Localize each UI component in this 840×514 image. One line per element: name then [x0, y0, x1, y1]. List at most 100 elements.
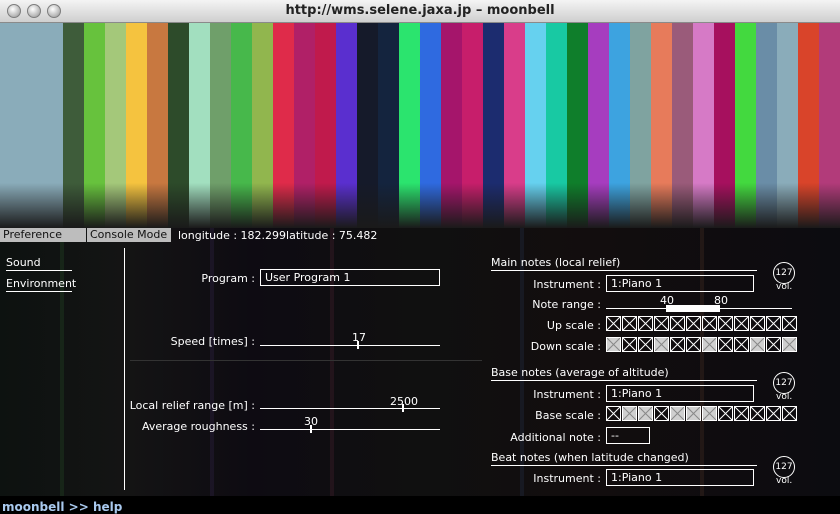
speed-slider[interactable] — [260, 345, 440, 346]
app-window: http://wms.selene.jaxa.jp – moonbell Pre… — [0, 0, 840, 514]
console-prompt[interactable]: moonbell >> help — [2, 500, 122, 514]
terrain-stripe — [315, 23, 336, 228]
scale-note-cell[interactable] — [606, 316, 621, 331]
note-range-selection[interactable] — [666, 305, 720, 312]
terrain-stripe — [42, 23, 63, 228]
scale-note-cell[interactable] — [686, 316, 701, 331]
terrain-stripe — [336, 23, 357, 228]
program-field[interactable]: User Program 1 — [260, 269, 440, 286]
terrain-stripe — [630, 23, 651, 228]
scale-note-cell[interactable] — [622, 337, 637, 352]
section-divider — [130, 360, 482, 361]
terrain-stripe — [63, 23, 84, 228]
terrain-stripe — [21, 23, 42, 228]
additional-note-select[interactable]: -- — [606, 427, 650, 444]
local-relief-value: 2500 — [390, 395, 418, 408]
scale-note-cell[interactable] — [702, 406, 717, 421]
scale-note-cell[interactable] — [654, 337, 669, 352]
speed-slider-thumb[interactable] — [357, 341, 359, 349]
local-relief-slider-thumb[interactable] — [402, 404, 404, 412]
beat-volume-knob[interactable]: 127 — [773, 456, 795, 478]
scale-note-cell[interactable] — [702, 337, 717, 352]
beat-volume-label: vol. — [776, 476, 793, 486]
down-scale-grid[interactable] — [606, 337, 798, 354]
scale-note-cell[interactable] — [782, 337, 797, 352]
terrain-stripe — [210, 23, 231, 228]
main-volume-knob[interactable]: 127 — [773, 262, 795, 284]
console-bar[interactable] — [0, 496, 840, 514]
scale-note-cell[interactable] — [638, 316, 653, 331]
terrain-stripe — [0, 23, 21, 228]
scale-note-cell[interactable] — [654, 316, 669, 331]
scale-note-cell[interactable] — [638, 406, 653, 421]
terrain-stripe — [714, 23, 735, 228]
up-scale-grid[interactable] — [606, 316, 798, 333]
main-volume-label: vol. — [776, 282, 793, 292]
scale-note-cell[interactable] — [782, 316, 797, 331]
terrain-stripe — [252, 23, 273, 228]
scale-note-cell[interactable] — [718, 316, 733, 331]
scale-note-cell[interactable] — [686, 337, 701, 352]
terrain-stripe — [357, 23, 378, 228]
beat-instrument-select[interactable]: 1:Piano 1 — [606, 469, 754, 486]
scale-note-cell[interactable] — [750, 316, 765, 331]
scale-note-cell[interactable] — [718, 406, 733, 421]
scale-note-cell[interactable] — [638, 337, 653, 352]
scale-note-cell[interactable] — [750, 406, 765, 421]
scale-note-cell[interactable] — [766, 406, 781, 421]
down-scale-label: Down scale : — [530, 340, 601, 353]
speed-value: 17 — [352, 331, 366, 344]
nav-environment[interactable]: Environment — [6, 277, 76, 292]
base-volume-knob[interactable]: 127 — [773, 372, 795, 394]
scale-note-cell[interactable] — [654, 406, 669, 421]
scale-note-cell[interactable] — [750, 337, 765, 352]
terrain-stripe — [588, 23, 609, 228]
base-scale-grid[interactable] — [606, 406, 798, 423]
scale-note-cell[interactable] — [766, 316, 781, 331]
additional-note-label: Additional note : — [510, 431, 601, 444]
terrain-stripe — [294, 23, 315, 228]
scale-note-cell[interactable] — [686, 406, 701, 421]
terrain-stripe — [651, 23, 672, 228]
scale-note-cell[interactable] — [606, 337, 621, 352]
main-instrument-label: Instrument : — [533, 278, 601, 291]
terrain-stripe — [147, 23, 168, 228]
base-scale-label: Base scale : — [535, 409, 601, 422]
scale-note-cell[interactable] — [734, 337, 749, 352]
average-roughness-slider-thumb[interactable] — [310, 425, 312, 433]
main-instrument-select[interactable]: 1:Piano 1 — [606, 275, 754, 292]
terrain-stripe — [735, 23, 756, 228]
local-relief-label: Local relief range [m] : — [129, 399, 255, 412]
terrain-stripe — [84, 23, 105, 228]
terrain-stripe — [168, 23, 189, 228]
scale-note-cell[interactable] — [782, 406, 797, 421]
scale-note-cell[interactable] — [622, 316, 637, 331]
terrain-stripe — [483, 23, 504, 228]
scale-note-cell[interactable] — [670, 316, 685, 331]
scale-note-cell[interactable] — [702, 316, 717, 331]
latitude-value: latitude : 75.482 — [286, 229, 378, 242]
program-label: Program : — [201, 272, 255, 285]
terrain-stripe — [756, 23, 777, 228]
scale-note-cell[interactable] — [718, 337, 733, 352]
base-instrument-select[interactable]: 1:Piano 1 — [606, 385, 754, 402]
nav-sound[interactable]: Sound — [6, 256, 72, 271]
scale-note-cell[interactable] — [734, 316, 749, 331]
terrain-stripe — [462, 23, 483, 228]
terrain-stripe — [525, 23, 546, 228]
scale-note-cell[interactable] — [622, 406, 637, 421]
average-roughness-label: Average roughness : — [141, 420, 255, 433]
scale-note-cell[interactable] — [670, 406, 685, 421]
scale-note-cell[interactable] — [606, 406, 621, 421]
console-mode-tab[interactable]: Console Mode — [87, 228, 171, 242]
terrain-stripe — [567, 23, 588, 228]
base-instrument-label: Instrument : — [533, 388, 601, 401]
scale-note-cell[interactable] — [734, 406, 749, 421]
scale-note-cell[interactable] — [766, 337, 781, 352]
preference-tab[interactable]: Preference — [0, 228, 86, 242]
terrain-stripe — [798, 23, 819, 228]
average-roughness-slider[interactable] — [260, 429, 440, 430]
scale-note-cell[interactable] — [670, 337, 685, 352]
coordinates-readout: longitude : 182.299latitude : 75.482 — [178, 229, 377, 242]
local-relief-slider[interactable] — [260, 408, 440, 409]
